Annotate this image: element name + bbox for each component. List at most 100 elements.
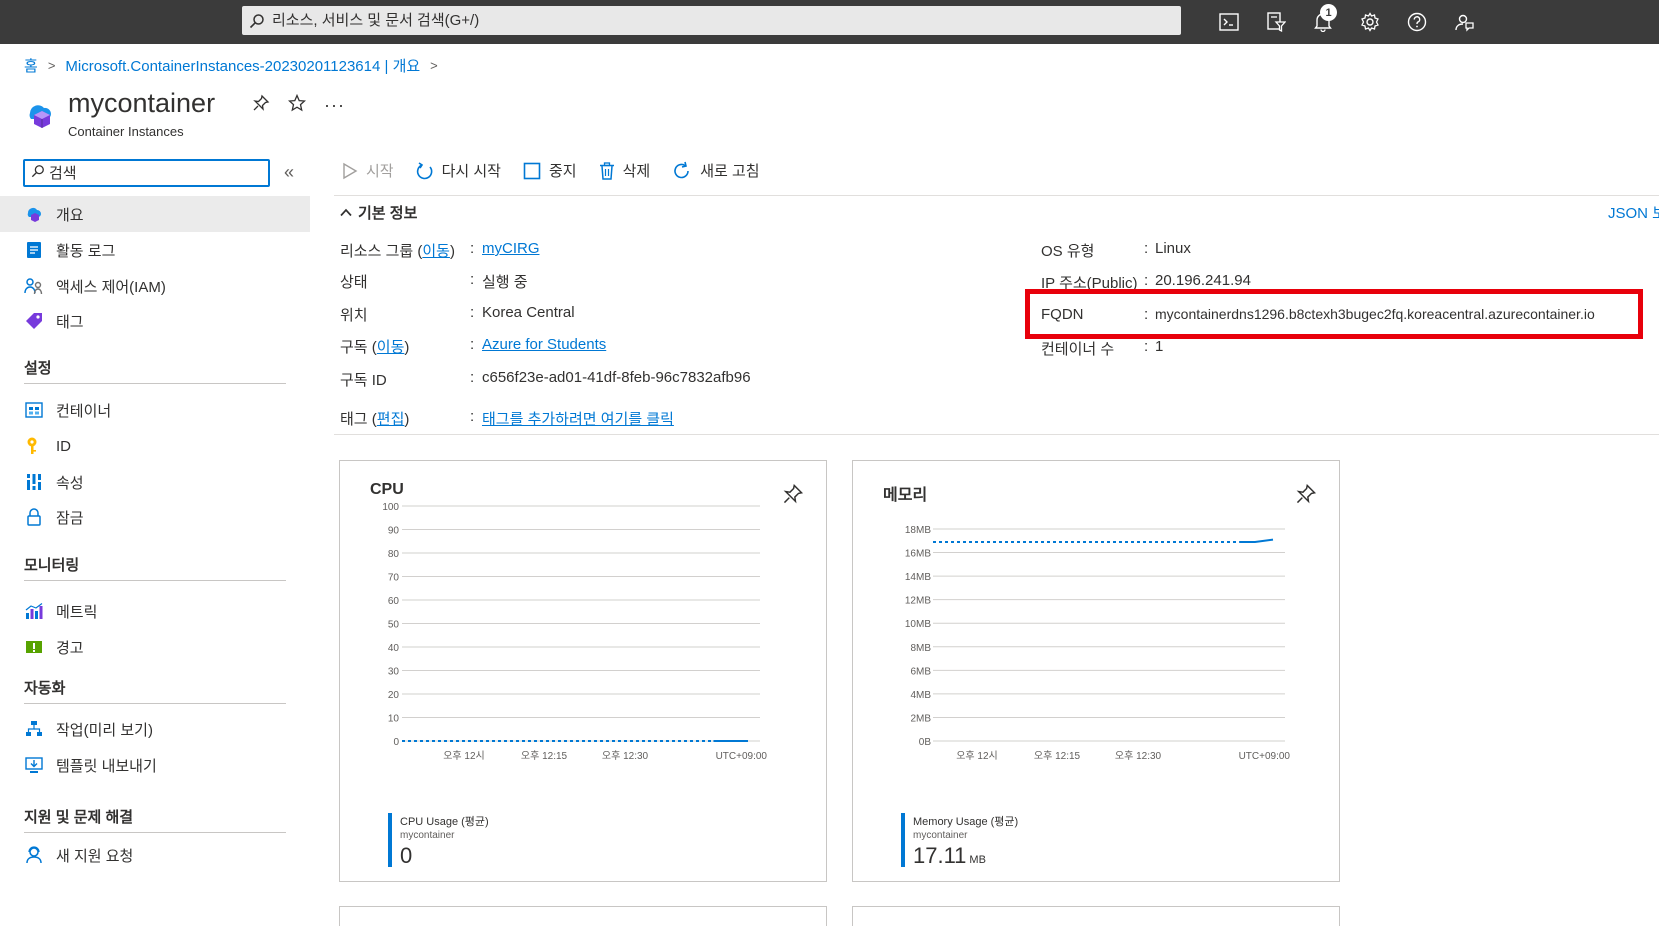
essentials-divider xyxy=(334,434,1659,435)
sidebar-item-label: 활동 로그 xyxy=(56,242,116,260)
x-tick-label: UTC+09:00 xyxy=(716,751,768,762)
iam-icon xyxy=(24,276,44,296)
breadcrumb-deployment[interactable]: Microsoft.ContainerInstances-20230201123… xyxy=(65,55,420,76)
add-tags-link[interactable]: 태그를 추가하려면 여기를 클릭 xyxy=(482,408,674,429)
sidebar-divider xyxy=(24,383,286,384)
y-tick-label: 70 xyxy=(388,573,400,584)
memory-summary-unit: MB xyxy=(969,854,986,866)
global-search[interactable] xyxy=(242,6,1181,35)
container-count-value: 1 xyxy=(1155,338,1164,355)
series-line-solid xyxy=(1239,538,1274,543)
tasks-icon xyxy=(24,719,44,739)
search-icon xyxy=(242,13,272,29)
sidebar-item-containers[interactable]: 컨테이너 xyxy=(0,392,310,428)
directory-filter-icon[interactable] xyxy=(1252,0,1299,44)
top-bar: 1 xyxy=(0,0,1659,44)
export-template-icon xyxy=(24,755,44,775)
subscription-link[interactable]: Azure for Students xyxy=(482,336,606,353)
restart-icon xyxy=(416,161,434,180)
sidebar-section-settings: 설정 xyxy=(24,360,52,377)
y-tick-label: 90 xyxy=(388,526,400,537)
collapse-sidebar-icon[interactable]: « xyxy=(284,162,294,183)
essentials-toggle[interactable]: 기본 정보 xyxy=(340,202,417,223)
notification-badge: 1 xyxy=(1320,4,1337,21)
tags-label: 태그 (편집) xyxy=(340,411,410,428)
cpu-chart-tile[interactable]: CPU 100 90 80 70 60 50 40 30 20 10 0 오후 12시 오후 12:15… xyxy=(339,460,827,882)
resource-group-label-text: 리소스 그룹 xyxy=(340,243,414,260)
location-label: 위치 xyxy=(340,307,368,324)
command-bar: 시작 다시 시작 중지 삭제 새로 고침 xyxy=(342,160,782,181)
delete-button[interactable]: 삭제 xyxy=(599,160,650,181)
colon: : xyxy=(1144,240,1149,257)
sidebar-item-label: 잠금 xyxy=(56,509,84,527)
sidebar-item-label: ID xyxy=(56,437,71,455)
subscription-move-link[interactable]: 이동 xyxy=(377,339,405,356)
favorite-star-icon[interactable] xyxy=(287,93,307,116)
y-tick-label: 12MB xyxy=(905,596,931,607)
settings-icon[interactable] xyxy=(1346,0,1393,44)
y-tick-label: 10 xyxy=(388,714,400,725)
sidebar-item-label: 템플릿 내보내기 xyxy=(56,757,157,775)
start-button[interactable]: 시작 xyxy=(342,160,394,181)
sidebar-item-label: 속성 xyxy=(56,474,84,492)
os-type-value: Linux xyxy=(1155,240,1191,257)
search-icon xyxy=(31,164,45,182)
sidebar-item-alerts[interactable]: 경고 xyxy=(0,629,310,665)
resource-group-move-link[interactable]: 이동 xyxy=(422,243,450,260)
json-view-link[interactable]: JSON 보 xyxy=(1608,202,1659,223)
tags-label-text: 태그 xyxy=(340,411,368,428)
sidebar-item-tags[interactable]: 태그 xyxy=(0,303,310,339)
cloud-shell-icon[interactable] xyxy=(1205,0,1252,44)
y-tick-label: 0B xyxy=(919,737,932,748)
sidebar-item-properties[interactable]: 속성 xyxy=(0,464,310,500)
y-tick-label: 4MB xyxy=(910,690,931,701)
y-tick-label: 40 xyxy=(388,643,400,654)
sidebar-item-tasks[interactable]: 작업(미리 보기) xyxy=(0,711,310,747)
sidebar-item-label: 작업(미리 보기) xyxy=(56,721,153,739)
sidebar-item-identity[interactable]: ID xyxy=(0,428,310,464)
sidebar-section-monitoring: 모니터링 xyxy=(24,557,80,574)
stop-button[interactable]: 중지 xyxy=(523,160,577,181)
x-tick-label: 오후 12:30 xyxy=(1115,750,1162,762)
subscription-label: 구독 (이동) xyxy=(340,339,410,356)
x-tick-label: 오후 12시 xyxy=(443,750,485,762)
legend-summary-value: 0 xyxy=(400,843,489,869)
more-options-icon[interactable]: ··· xyxy=(324,95,345,116)
legend-series-name: CPU Usage (평균) xyxy=(400,816,489,828)
help-icon[interactable] xyxy=(1393,0,1440,44)
resource-group-link[interactable]: myCIRG xyxy=(482,240,540,257)
sidebar-item-label: 메트릭 xyxy=(56,603,98,621)
sidebar-divider xyxy=(24,703,286,704)
sidebar-item-export-template[interactable]: 템플릿 내보내기 xyxy=(0,747,310,783)
legend-series-name: Memory Usage (평균) xyxy=(913,816,1019,828)
tags-edit-link[interactable]: 편집 xyxy=(377,411,405,428)
sidebar-item-iam[interactable]: 액세스 제어(IAM) xyxy=(0,268,310,304)
legend-color-bar xyxy=(388,813,392,867)
sidebar-item-metrics[interactable]: 메트릭 xyxy=(0,593,310,629)
x-tick-label: 오후 12시 xyxy=(956,750,998,762)
breadcrumb-home[interactable]: 홈 xyxy=(24,55,38,76)
sidebar-search-input[interactable] xyxy=(49,164,249,182)
refresh-button[interactable]: 새로 고침 xyxy=(672,160,760,181)
breadcrumb-separator-icon: > xyxy=(430,58,438,73)
notifications-icon[interactable]: 1 xyxy=(1299,0,1346,44)
colon: : xyxy=(1144,338,1149,355)
sidebar-search[interactable] xyxy=(23,159,270,187)
identity-icon xyxy=(24,436,44,456)
global-search-input[interactable] xyxy=(272,12,1152,29)
memory-chart-tile[interactable]: 메모리 18MB 16MB 14MB 12MB 10MB 8MB 6MB 4MB 2MB 0B 오후… xyxy=(852,460,1340,882)
restart-button[interactable]: 다시 시작 xyxy=(416,160,501,181)
y-tick-label: 10MB xyxy=(905,619,931,630)
sidebar-item-locks[interactable]: 잠금 xyxy=(0,499,310,535)
essentials-header: 기본 정보 xyxy=(358,205,418,222)
pin-icon[interactable] xyxy=(252,94,270,116)
sidebar-item-overview[interactable]: 개요 xyxy=(0,196,310,232)
sidebar-item-activity-log[interactable]: 활동 로그 xyxy=(0,232,310,268)
subscription-label-text: 구독 xyxy=(340,339,368,356)
sidebar-item-new-support-request[interactable]: 새 지원 요청 xyxy=(0,837,310,873)
feedback-icon[interactable] xyxy=(1440,0,1487,44)
memory-chart: 18MB 16MB 14MB 12MB 10MB 8MB 6MB 4MB 2MB 0B 오후 12시… xyxy=(905,525,1291,762)
properties-icon xyxy=(24,472,44,492)
cpu-chart: 1009080706050403020100오후 12시 오후 12:15 오후 1… xyxy=(382,502,768,762)
location-value: Korea Central xyxy=(482,304,575,321)
